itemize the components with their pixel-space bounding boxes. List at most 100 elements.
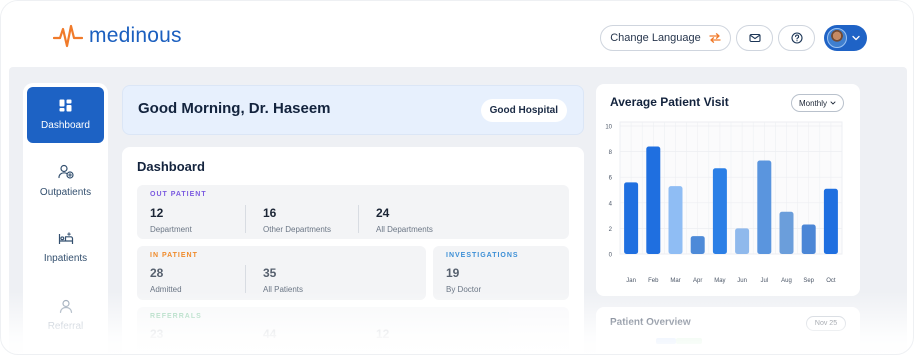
x-tick-label: Jan [626, 278, 636, 284]
user-menu-button[interactable] [824, 25, 867, 51]
swap-icon [709, 33, 721, 43]
stat-value: 16 [263, 206, 277, 220]
dashboard-title: Dashboard [137, 159, 205, 174]
divider [245, 265, 246, 293]
x-tick-label: Jul [760, 278, 768, 284]
mail-icon [748, 33, 761, 43]
bar [668, 186, 683, 254]
bed-icon [58, 232, 73, 244]
patient-visit-card: Average Patient Visit Monthly 0 2 4 6 8 10 Jan… [596, 84, 860, 296]
stat-value: 12 [376, 327, 390, 341]
divider [358, 205, 359, 233]
logo[interactable]: medinous [53, 23, 182, 49]
x-tick-label: Oct [826, 278, 836, 284]
sidebar-item-label: Outpatients [39, 187, 92, 198]
divider [245, 205, 246, 233]
in-patient-label: IN PATIENT [150, 252, 198, 259]
sidebar-item-inpatients[interactable]: Inpatients [27, 220, 104, 276]
sidebar-item-label: Dashboard [41, 120, 90, 131]
sidebar-item-referral[interactable]: Referral [27, 287, 104, 343]
investigations-stat: 19 By Doctor [446, 266, 481, 294]
user-plus-icon [57, 164, 74, 179]
stat-value: 23 [150, 327, 164, 341]
sidebar-item-dashboard[interactable]: Dashboard [27, 87, 104, 143]
bar [757, 160, 772, 254]
x-tick-label: May [714, 278, 725, 284]
investigations-label: INVESTIGATIONS [446, 252, 519, 259]
y-tick-label: 6 [609, 176, 613, 182]
in-patient-stat: 28 Admitted [150, 266, 182, 294]
bar [735, 228, 750, 254]
stat-value: 28 [150, 266, 164, 280]
logo-text: medinous [89, 24, 182, 47]
sidebar-item-outpatients[interactable]: Outpatients [27, 153, 104, 209]
help-button[interactable] [778, 25, 815, 51]
user-icon [59, 299, 72, 313]
change-language-label: Change Language [610, 32, 701, 44]
in-patient-card[interactable]: IN PATIENT 28 Admitted 35 All Patients [137, 246, 426, 300]
change-language-button[interactable]: Change Language [600, 25, 731, 51]
referrals-stat: 44 [263, 327, 276, 341]
stat-value: 35 [263, 266, 277, 280]
x-tick-label: Apr [693, 278, 702, 284]
avatar [827, 28, 847, 48]
out-patient-stat: 24 All Departments [376, 206, 433, 234]
referrals-card[interactable]: REFERRALS 23 44 12 [137, 307, 569, 354]
stat-value: 44 [263, 327, 277, 341]
referrals-label: REFERRALS [150, 313, 202, 320]
bar-chart: 0 2 4 6 8 10 Jan Feb Mar Apr May Jun Jul Aug Sep Oct [605, 121, 843, 284]
sidebar-item-label: Referral [47, 320, 84, 332]
patient-overview-title: Patient Overview [610, 317, 691, 328]
sidebar-item-label: Inpatients [43, 253, 88, 264]
x-tick-label: Aug [781, 278, 792, 284]
bar [646, 146, 661, 254]
overview-period-dropdown[interactable]: Nov 25 [806, 316, 846, 331]
referrals-stat: 23 [150, 327, 163, 341]
stat-value: 24 [376, 206, 390, 220]
greeting-title: Good Morning, Dr. Haseem [138, 100, 331, 117]
patient-overview-card: Patient Overview Nov 25 [596, 307, 860, 354]
stat-label: All Patients [263, 285, 304, 294]
in-patient-stat: 35 All Patients [263, 266, 303, 294]
chevron-down-icon [852, 35, 860, 41]
hospital-badge[interactable]: Good Hospital [480, 99, 567, 122]
out-patient-card[interactable]: OUT PATIENT 12 Department 16 Other Depar… [137, 185, 569, 239]
out-patient-stat: 16 Other Departments [263, 206, 331, 234]
investigations-card[interactable]: INVESTIGATIONS 19 By Doctor [433, 246, 569, 300]
stat-label: Other Departments [263, 225, 332, 234]
y-tick-label: 0 [609, 253, 613, 259]
mail-button[interactable] [736, 25, 773, 51]
top-bar: medinous Change Language [1, 1, 913, 67]
x-tick-label: Jun [737, 278, 747, 284]
x-tick-label: Sep [803, 278, 814, 284]
bar [690, 236, 705, 254]
help-icon [790, 32, 803, 44]
bar [801, 224, 816, 254]
stat-label: Admitted [150, 285, 182, 294]
out-patient-label: OUT PATIENT [150, 191, 207, 198]
bar [712, 168, 727, 254]
y-tick-label: 2 [609, 227, 613, 233]
stat-value: 19 [446, 266, 460, 280]
pulse-logo-icon [53, 24, 83, 48]
out-patient-stat: 12 Department [150, 206, 192, 234]
referrals-stat: 12 [376, 327, 389, 341]
y-tick-label: 4 [609, 201, 613, 207]
stat-label: Department [150, 225, 192, 234]
x-tick-label: Feb [648, 278, 659, 284]
y-tick-label: 8 [609, 150, 613, 156]
stat-label: By Doctor [446, 285, 482, 294]
bar [823, 188, 838, 254]
grid-icon [59, 99, 72, 112]
sidebar: Dashboard Outpatients Inpatients Referra… [23, 83, 108, 354]
overview-bar [656, 338, 676, 344]
y-tick-label: 10 [605, 125, 612, 131]
x-tick-label: Mar [670, 278, 680, 284]
bar [779, 211, 794, 254]
stat-label: All Departments [376, 225, 433, 234]
overview-bar [676, 338, 702, 344]
app-frame: medinous Change Language Dashboard Outpa… [0, 0, 914, 355]
greeting-banner: Good Morning, Dr. Haseem Good Hospital [122, 85, 584, 135]
dashboard-panel: Dashboard OUT PATIENT 12 Department 16 O… [122, 147, 584, 354]
stat-value: 12 [150, 206, 164, 220]
